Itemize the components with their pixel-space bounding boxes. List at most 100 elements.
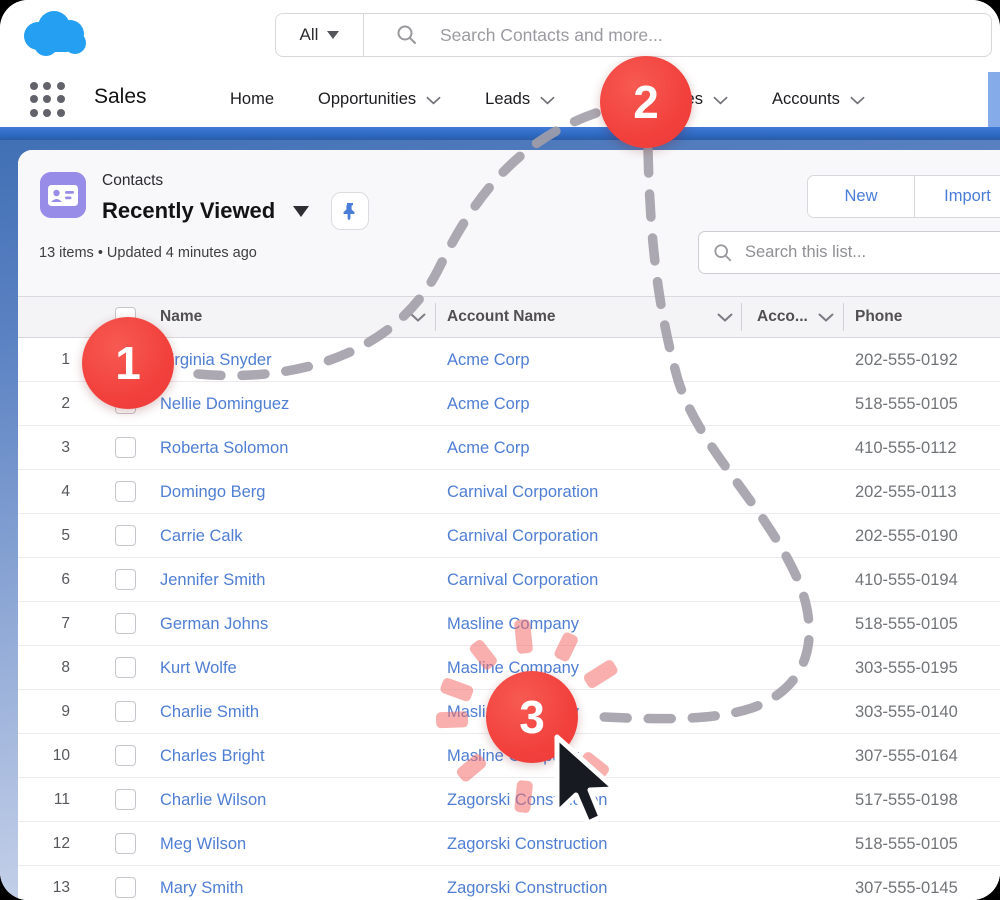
table-row: 13 Mary Smith Zagorski Construction 307-555… — [18, 866, 1000, 900]
phone-value: 518-555-0105 — [855, 835, 958, 853]
tab-accounts[interactable]: Accounts — [750, 72, 887, 127]
row-number: 4 — [61, 483, 70, 500]
phone-value: 202-555-0113 — [855, 483, 957, 501]
account-name-link[interactable]: Zagorski Construction — [447, 866, 607, 900]
global-search-input[interactable]: Search Contacts and more... — [440, 25, 663, 46]
row-number: 2 — [61, 395, 70, 412]
account-name-link[interactable]: Zagorski Construction — [447, 822, 607, 866]
row-checkbox[interactable] — [115, 569, 136, 590]
row-number: 12 — [52, 835, 70, 852]
tab-leads[interactable]: Leads — [463, 72, 577, 127]
row-checkbox[interactable] — [115, 437, 136, 458]
column-header-account[interactable]: Account Name — [447, 297, 733, 337]
list-view-title: Recently Viewed — [102, 198, 276, 223]
import-button[interactable]: Import — [914, 176, 1000, 217]
chevron-down-icon — [426, 96, 441, 105]
app-navigation-bar: Sales HomeOpportunitiesLeadsFilesAccount… — [0, 72, 1000, 127]
table-row: 3 Roberta Solomon Acme Corp 410-555-0112 — [18, 426, 1000, 470]
search-scope-value: All — [299, 25, 319, 44]
row-checkbox[interactable] — [115, 613, 136, 634]
phone-value: 307-555-0145 — [855, 879, 958, 897]
chevron-down-icon — [540, 96, 555, 105]
contact-name-link[interactable]: Charles Bright — [160, 734, 265, 778]
tab-home[interactable]: Home — [208, 72, 296, 127]
contact-name-link[interactable]: Nellie Dominguez — [160, 382, 289, 426]
table-row: 4 Domingo Berg Carnival Corporation 202-555… — [18, 470, 1000, 514]
account-name-link[interactable]: Carnival Corporation — [447, 558, 598, 602]
step-number: 3 — [519, 691, 545, 743]
nav-tabs: HomeOpportunitiesLeadsFilesAccounts — [208, 72, 887, 127]
contact-name-link[interactable]: Jennifer Smith — [160, 558, 265, 602]
pin-list-button[interactable] — [331, 192, 370, 230]
step-number: 2 — [633, 76, 659, 128]
global-search: All Search Contacts and more... — [275, 13, 992, 57]
chevron-down-icon — [410, 313, 426, 322]
pin-icon — [343, 203, 355, 221]
row-number: 10 — [52, 747, 70, 764]
nav-edge-accent — [988, 72, 1000, 127]
account-name-link[interactable]: Masline Company — [447, 602, 579, 646]
row-checkbox[interactable] — [115, 525, 136, 546]
row-checkbox[interactable] — [115, 701, 136, 722]
contact-name-link[interactable]: Charlie Smith — [160, 690, 259, 734]
tab-label: Opportunities — [318, 90, 417, 108]
account-name-link[interactable]: Acme Corp — [447, 338, 530, 382]
contacts-object-icon — [40, 172, 86, 218]
row-number: 13 — [52, 879, 70, 896]
row-checkbox[interactable] — [115, 481, 136, 502]
column-header-acco[interactable]: Acco... — [757, 297, 834, 337]
contact-name-link[interactable]: Roberta Solomon — [160, 426, 288, 470]
contact-name-link[interactable]: Virginia Snyder — [160, 338, 272, 382]
tab-label: Leads — [485, 90, 531, 108]
global-header: All Search Contacts and more... — [0, 0, 1000, 72]
screenshot-root: All Search Contacts and more... Sales Ho… — [0, 0, 1000, 900]
contact-name-link[interactable]: German Johns — [160, 602, 268, 646]
column-header-name[interactable]: Name — [160, 297, 426, 337]
contact-name-link[interactable]: Carrie Calk — [160, 514, 243, 558]
account-name-link[interactable]: Acme Corp — [447, 382, 530, 426]
list-search-input[interactable]: Search this list... — [745, 243, 866, 262]
object-label: Contacts — [102, 172, 164, 189]
column-header-phone: Phone — [855, 308, 903, 325]
phone-value: 202-555-0192 — [855, 351, 958, 369]
new-button[interactable]: New — [808, 176, 914, 217]
contact-name-link[interactable]: Mary Smith — [160, 866, 243, 900]
row-number: 9 — [61, 703, 70, 720]
phone-value: 307-555-0164 — [855, 747, 958, 765]
step-marker-1: 1 — [82, 317, 174, 409]
list-view-header: Contacts Recently Viewed 13 items • Upda… — [18, 150, 1000, 296]
app-launcher-icon[interactable] — [30, 82, 66, 118]
account-name-link[interactable]: Acme Corp — [447, 426, 530, 470]
brand-stripe — [0, 127, 1000, 140]
column-divider — [741, 303, 742, 331]
salesforce-logo-icon — [24, 11, 86, 56]
step-marker-3: 3 — [486, 671, 578, 763]
row-checkbox[interactable] — [115, 789, 136, 810]
row-number: 11 — [53, 791, 70, 808]
contact-name-link[interactable]: Domingo Berg — [160, 470, 265, 514]
tab-label: Accounts — [771, 90, 840, 108]
contact-name-link[interactable]: Meg Wilson — [160, 822, 246, 866]
table-row: 5 Carrie Calk Carnival Corporation 202-555-… — [18, 514, 1000, 558]
contact-name-link[interactable]: Charlie Wilson — [160, 778, 266, 822]
account-name-link[interactable]: Carnival Corporation — [447, 514, 598, 558]
contact-name-link[interactable]: Kurt Wolfe — [160, 646, 237, 690]
row-number: 3 — [61, 439, 70, 456]
contacts-list-card: Contacts Recently Viewed 13 items • Upda… — [18, 150, 1000, 900]
search-icon — [714, 243, 732, 261]
account-name-link[interactable]: Zagorski Construction — [447, 778, 607, 822]
tab-label: Home — [230, 90, 275, 108]
column-divider — [435, 303, 436, 331]
search-scope-dropdown[interactable]: All — [276, 14, 364, 56]
account-name-link[interactable]: Carnival Corporation — [447, 470, 598, 514]
row-checkbox[interactable] — [115, 833, 136, 854]
chevron-down-icon — [818, 313, 834, 322]
row-checkbox[interactable] — [115, 745, 136, 766]
table-row: 12 Meg Wilson Zagorski Construction 518-555… — [18, 822, 1000, 866]
view-selector-caret-icon[interactable] — [293, 205, 310, 217]
list-search: Search this list... — [698, 231, 1000, 274]
table-row: 11 Charlie Wilson Zagorski Construction 517… — [18, 778, 1000, 822]
tab-opportunities[interactable]: Opportunities — [296, 72, 463, 127]
row-checkbox[interactable] — [115, 657, 136, 678]
row-checkbox[interactable] — [115, 877, 136, 898]
